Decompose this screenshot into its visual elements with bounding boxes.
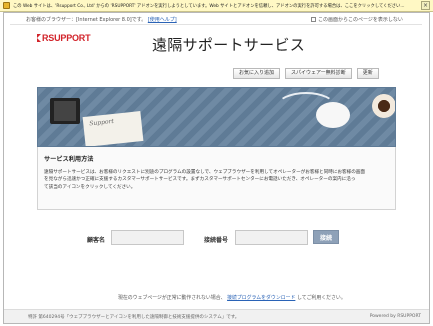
- logo: RSUPPORT: [37, 33, 91, 43]
- page-title: 遠隔サポートサービス: [152, 36, 306, 54]
- shield-icon: [3, 2, 10, 9]
- toolbar: お気に入り追加 スパイウェアー無料診断 更新: [228, 68, 379, 79]
- usage-text-line: て該当のアイコンをクリックしてください。: [44, 184, 136, 190]
- usage-text-line: 遠隔サポートサービスは、お客様のリクエストに別途のプログラムの設置なしで、ウェブ…: [44, 170, 365, 175]
- help-link[interactable]: [使用ヘルプ]: [148, 17, 177, 23]
- mouse-illustration: [316, 102, 350, 128]
- usage-panel: サービス利用方法 遠隔サポートサービスは、お客様のリクエストに別途のプログラムの…: [37, 147, 396, 210]
- divider: [10, 24, 422, 25]
- footer: 特許 第640294号「ウェブブラウザーとアイコンを利用した遠隔制御と技術支援提…: [4, 309, 429, 323]
- connect-button[interactable]: 接続: [313, 230, 339, 244]
- download-hint: 現在のウェブページが正常に動作されない場合、 接続プログラムをダウンロード して…: [118, 294, 346, 301]
- hide-page-label: この画面からこのページを表示しない: [318, 17, 403, 23]
- close-icon[interactable]: ×: [421, 1, 430, 10]
- patent-notice: 特許 第640294号「ウェブブラウザーとアイコンを利用した遠隔制御と技術支援提…: [28, 314, 240, 320]
- connection-number-label: 接続番号: [204, 237, 229, 244]
- info-bar-message[interactable]: この Web サイトは、'Rsupport Co., Ltd' からの 'RSU…: [13, 3, 404, 9]
- download-program-link[interactable]: 接続プログラムをダウンロード: [227, 295, 295, 301]
- notebook-illustration: [50, 98, 80, 124]
- usage-text-line: を見ながら迅速かつ正確に支援するカスタマーサポートサービスです。まずカスタマーサ…: [44, 177, 356, 183]
- connection-number-input[interactable]: [235, 230, 308, 245]
- add-favorite-button[interactable]: お気に入り追加: [233, 68, 281, 79]
- hint-text-after: してご利用ください。: [296, 295, 346, 301]
- powered-by: Powered by RSUPPORT: [369, 314, 421, 319]
- browser-info-text: お客様のブラウザー：[Internet Explorer 8.0]です。: [26, 17, 147, 23]
- customer-name-label: 顧客名: [87, 237, 106, 244]
- hint-text: 現在のウェブページが正常に動作されない場合、: [118, 295, 226, 301]
- paper-illustration: Support: [82, 111, 144, 146]
- spyware-scan-button[interactable]: スパイウェアー無料診断: [285, 68, 352, 79]
- checkbox-icon[interactable]: [311, 17, 316, 22]
- logo-mark-icon: [37, 34, 41, 42]
- addon-info-bar[interactable]: この Web サイトは、'Rsupport Co., Ltd' からの 'RSU…: [0, 0, 433, 12]
- banner-image: Support: [37, 87, 396, 147]
- hide-page-checkbox[interactable]: この画面からこのページを表示しない: [311, 16, 403, 23]
- usage-heading: サービス利用方法: [44, 156, 94, 163]
- customer-name-input[interactable]: [111, 230, 184, 245]
- refresh-button[interactable]: 更新: [356, 68, 379, 79]
- browser-info: お客様のブラウザー：[Internet Explorer 8.0]です。 [使用…: [26, 16, 177, 23]
- coffee-cup-illustration: [372, 94, 395, 118]
- logo-text: RSUPPORT: [42, 33, 91, 43]
